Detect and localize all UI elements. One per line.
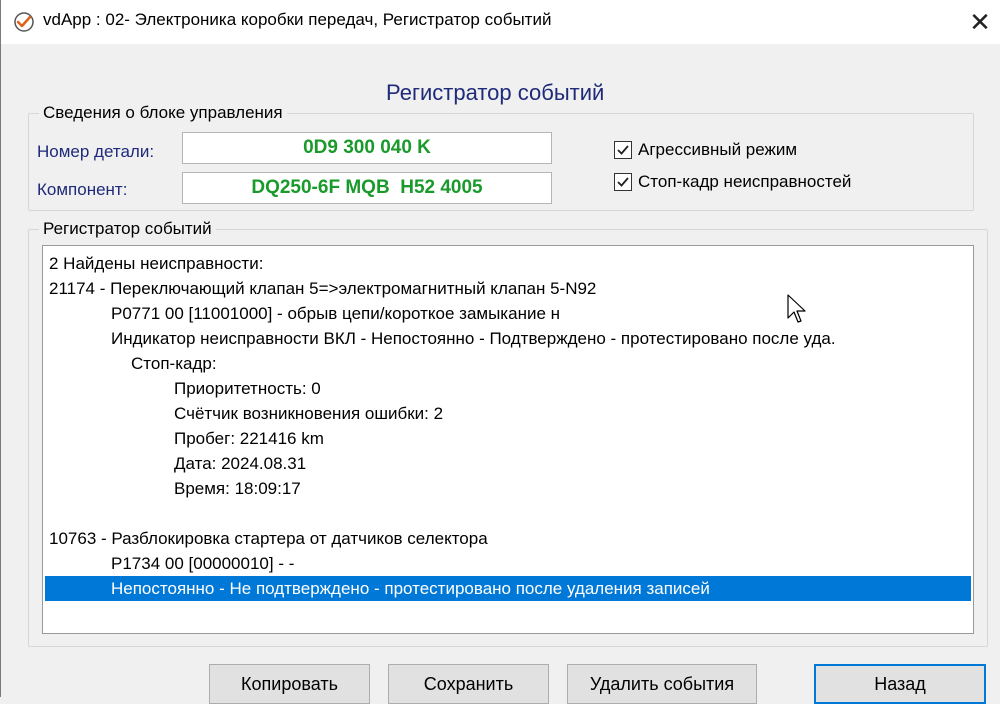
app-window: vdApp : 02- Электроника коробки передач,… [0, 0, 1000, 704]
event-log-group-label: Регистратор событий [39, 219, 216, 239]
checkbox-checked-icon [614, 173, 632, 191]
log-line[interactable]: P0771 00 [11001000] - обрыв цепи/коротко… [111, 301, 560, 326]
log-line[interactable]: Счётчик возникновения ошибки: 2 [174, 401, 443, 426]
control-unit-group-label: Сведения о блоке управления [39, 103, 287, 123]
log-line-selected-text: Непостоянно - Не подтверждено - протести… [111, 579, 710, 598]
part-number-label: Номер детали: [37, 142, 155, 161]
event-log-list[interactable]: 2 Найдены неисправности: 21174 - Переклю… [42, 245, 974, 634]
log-line[interactable]: 10763 - Разблокировка стартера от датчик… [49, 526, 488, 551]
save-button[interactable]: Сохранить [388, 664, 549, 704]
checkbox-checked-icon [614, 141, 632, 159]
log-line[interactable]: Индикатор неисправности ВКЛ - Непостоянн… [111, 326, 836, 351]
log-line[interactable]: 2 Найдены неисправности: [49, 251, 263, 276]
log-line[interactable]: P1734 00 [00000010] - - [111, 551, 294, 576]
log-line-selected[interactable]: Непостоянно - Не подтверждено - протести… [45, 576, 971, 601]
mouse-pointer-icon [787, 294, 806, 323]
component-label: Компонент: [37, 180, 128, 199]
delete-events-button[interactable]: Удалить события [567, 664, 757, 704]
log-line[interactable]: Дата: 2024.08.31 [174, 451, 306, 476]
freeze-frame-label: Стоп-кадр неисправностей [638, 172, 852, 191]
component-field: DQ250-6F MQB H52 4005 [182, 172, 552, 204]
log-line[interactable]: Стоп-кадр: [131, 351, 217, 376]
copy-button[interactable]: Копировать [209, 664, 370, 704]
part-number-field: 0D9 300 040 K [182, 132, 552, 164]
freeze-frame-checkbox[interactable]: Стоп-кадр неисправностей [614, 172, 851, 192]
title-bar[interactable]: vdApp : 02- Электроника коробки передач,… [1, 0, 1000, 44]
aggressive-mode-label: Агрессивный режим [638, 140, 798, 159]
back-button[interactable]: Назад [814, 664, 986, 704]
log-line[interactable]: 21174 - Переключающий клапан 5=>электром… [49, 276, 596, 301]
log-line[interactable]: Приоритетность: 0 [174, 376, 321, 401]
window-title: vdApp : 02- Электроника коробки передач,… [43, 10, 552, 29]
page-title: Регистратор событий [386, 80, 605, 105]
log-line[interactable]: Пробег: 221416 km [174, 426, 324, 451]
log-line[interactable]: Время: 18:09:17 [174, 476, 301, 501]
app-logo-icon [14, 12, 34, 32]
close-icon[interactable]: ✕ [959, 0, 1000, 44]
aggressive-mode-checkbox[interactable]: Агрессивный режим [614, 140, 797, 160]
